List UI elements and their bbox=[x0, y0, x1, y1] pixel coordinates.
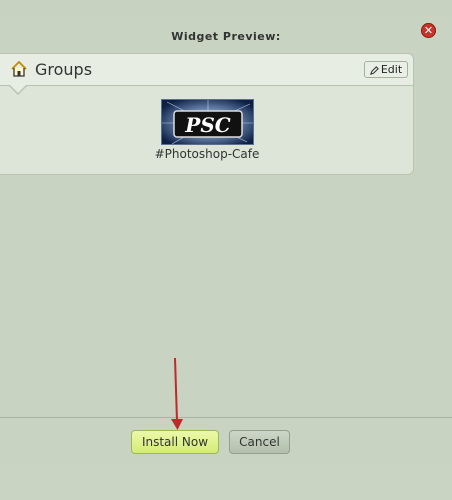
top-strip bbox=[0, 0, 452, 15]
footer-divider bbox=[0, 417, 452, 418]
edit-button-label: Edit bbox=[380, 63, 403, 76]
group-name[interactable]: #Photoshop-Cafe bbox=[0, 147, 414, 161]
header-tail bbox=[10, 85, 26, 93]
widget-title: Groups bbox=[35, 60, 93, 79]
home-icon bbox=[11, 60, 27, 77]
dialog-title: Widget Preview: bbox=[171, 30, 281, 43]
group-logo[interactable]: PSC bbox=[161, 99, 254, 145]
close-icon[interactable]: ✕ bbox=[421, 23, 436, 38]
bottom-strip bbox=[0, 463, 452, 500]
install-now-button[interactable]: Install Now bbox=[131, 430, 219, 454]
cancel-button[interactable]: Cancel bbox=[229, 430, 290, 454]
annotation-arrow bbox=[171, 357, 183, 430]
group-logo-image: PSC bbox=[162, 100, 253, 144]
logo-text: PSC bbox=[184, 113, 230, 137]
edit-button[interactable]: Edit bbox=[364, 61, 408, 78]
widget-header: Groups Edit bbox=[0, 54, 413, 86]
pencil-icon bbox=[369, 65, 379, 75]
